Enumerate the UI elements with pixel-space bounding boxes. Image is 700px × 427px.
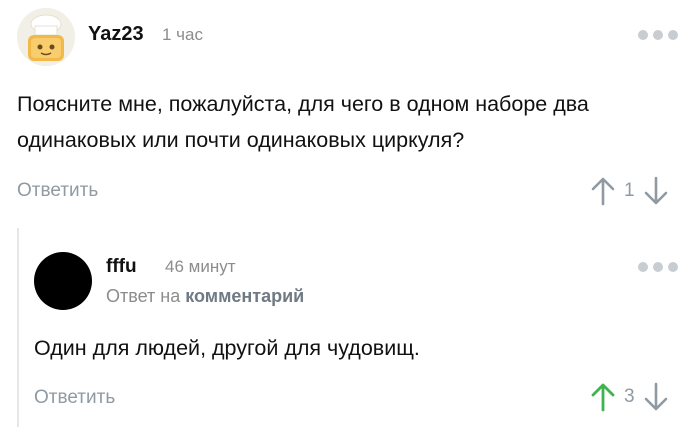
comment-text: Поясните мне, пожалуйста, для чего в одн… bbox=[17, 92, 589, 152]
more-dots-icon bbox=[638, 262, 648, 272]
author-name[interactable]: Yaz23 bbox=[88, 23, 144, 46]
upvote-arrow-icon[interactable] bbox=[590, 176, 616, 206]
more-dots-icon bbox=[653, 30, 663, 40]
vote-controls: 1 bbox=[590, 176, 669, 206]
comment-time: 1 час bbox=[162, 25, 203, 44]
author-name[interactable]: fffu bbox=[106, 256, 137, 278]
reply-context: Ответ на комментарий bbox=[106, 286, 304, 307]
thread-line[interactable] bbox=[17, 228, 19, 427]
vote-score: 1 bbox=[624, 180, 635, 201]
more-dots-icon bbox=[668, 30, 678, 40]
more-options-button[interactable] bbox=[638, 30, 678, 42]
reply-button[interactable]: Ответить bbox=[17, 180, 98, 202]
comment-time: 46 минут bbox=[165, 257, 236, 276]
comment-text: Один для людей, другой для чудовищ. bbox=[34, 336, 420, 360]
upvote-arrow-icon[interactable] bbox=[590, 382, 616, 412]
comment: Yaz23 1 час Поясните мне, пожалуйста, дл… bbox=[0, 0, 700, 220]
downvote-arrow-icon[interactable] bbox=[643, 382, 669, 412]
more-dots-icon bbox=[638, 30, 648, 40]
chef-avatar-icon bbox=[17, 8, 75, 66]
more-dots-icon bbox=[668, 262, 678, 272]
parent-comment-link[interactable]: комментарий bbox=[185, 286, 304, 306]
avatar[interactable] bbox=[34, 252, 92, 310]
more-options-button[interactable] bbox=[638, 262, 678, 274]
vote-score: 3 bbox=[624, 386, 635, 407]
reply-button[interactable]: Ответить bbox=[34, 387, 115, 409]
avatar[interactable] bbox=[17, 8, 75, 66]
reply-context-prefix: Ответ на bbox=[106, 286, 181, 306]
downvote-arrow-icon[interactable] bbox=[643, 176, 669, 206]
more-dots-icon bbox=[653, 262, 663, 272]
vote-controls: 3 bbox=[590, 382, 669, 412]
